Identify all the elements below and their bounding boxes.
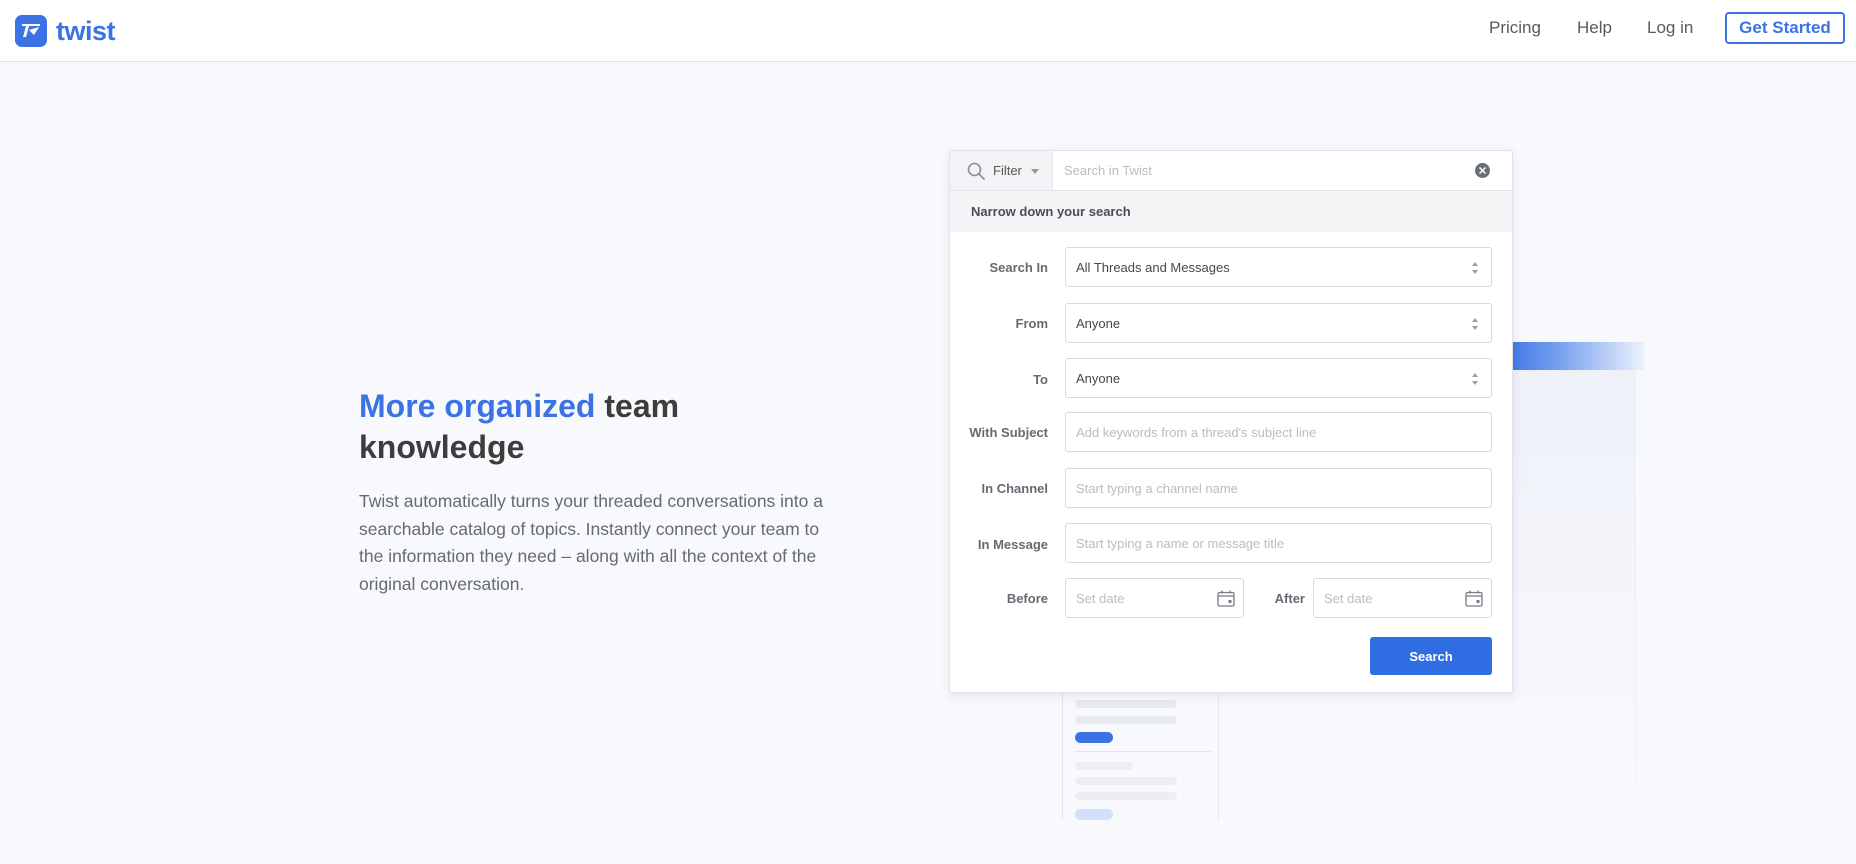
search-bar: Filter	[950, 151, 1512, 191]
search-submit-button[interactable]: Search	[1370, 637, 1492, 675]
illustration-divider	[1075, 751, 1211, 752]
search-icon	[967, 162, 985, 180]
in-message-field[interactable]	[1065, 523, 1492, 563]
in-channel-label: In Channel	[981, 481, 1048, 496]
after-label: After	[1274, 591, 1305, 606]
illustration-line	[1075, 762, 1133, 770]
in-channel-field[interactable]	[1065, 468, 1492, 508]
twist-logo-icon	[15, 15, 47, 47]
search-in-select[interactable]: All Threads and Messages	[1065, 247, 1492, 287]
select-arrows-icon	[1472, 318, 1478, 330]
illustration-line	[1075, 792, 1177, 800]
from-label: From	[1015, 316, 1049, 331]
from-value: Anyone	[1076, 315, 1121, 331]
from-select[interactable]: Anyone	[1065, 303, 1492, 343]
to-label: To	[1033, 372, 1048, 387]
clear-search-icon[interactable]	[1475, 163, 1490, 178]
filter-button[interactable]: Filter	[950, 151, 1053, 190]
with-subject-input[interactable]	[1076, 424, 1491, 440]
before-label: Before	[1006, 591, 1048, 606]
illustration-line	[1075, 700, 1177, 708]
with-subject-field[interactable]	[1065, 412, 1492, 452]
to-value: Anyone	[1076, 370, 1121, 386]
illustration-line	[1075, 716, 1177, 724]
nav-help-link[interactable]: Help	[1577, 17, 1612, 39]
brand-logo[interactable]: twist	[15, 15, 116, 47]
search-in-value: All Threads and Messages	[1076, 259, 1230, 275]
search-in-label: Search In	[989, 260, 1048, 275]
narrow-search-heading: Narrow down your search	[950, 191, 1512, 232]
nav-login-link[interactable]: Log in	[1647, 17, 1693, 39]
filter-label: Filter	[993, 163, 1022, 178]
illustration-panel	[1505, 370, 1636, 780]
in-message-input[interactable]	[1076, 535, 1491, 551]
select-arrows-icon	[1472, 262, 1478, 274]
search-panel: Filter Narrow down your search Search In…	[949, 150, 1513, 693]
brand-name: twist	[56, 16, 116, 46]
illustration-pill	[1075, 732, 1113, 743]
top-nav: twist Pricing Help Log in Get Started	[0, 0, 1856, 62]
hero-description: Twist automatically turns your threaded …	[359, 491, 823, 594]
in-message-label: In Message	[977, 537, 1048, 552]
in-channel-input[interactable]	[1076, 480, 1491, 496]
after-date-field[interactable]	[1313, 578, 1492, 618]
hero-section: More organized team knowledge Twist auto…	[359, 386, 829, 598]
search-input[interactable]	[1064, 159, 1464, 181]
select-arrows-icon	[1472, 373, 1478, 385]
caret-down-icon	[1030, 169, 1039, 174]
before-date-input[interactable]	[1076, 590, 1196, 606]
to-select[interactable]: Anyone	[1065, 358, 1492, 398]
after-date-input[interactable]	[1324, 590, 1444, 606]
illustration-pill	[1075, 809, 1113, 820]
get-started-button[interactable]: Get Started	[1725, 12, 1845, 44]
hero-title-accent: More organized	[359, 388, 596, 424]
nav-pricing-link[interactable]: Pricing	[1489, 17, 1541, 39]
calendar-icon[interactable]	[1465, 590, 1483, 607]
illustration-column	[1062, 690, 1219, 820]
illustration-line	[1075, 777, 1177, 785]
illustration-strip	[1505, 342, 1645, 370]
with-subject-label: With Subject	[969, 425, 1048, 440]
hero-title: More organized team knowledge	[359, 386, 829, 468]
